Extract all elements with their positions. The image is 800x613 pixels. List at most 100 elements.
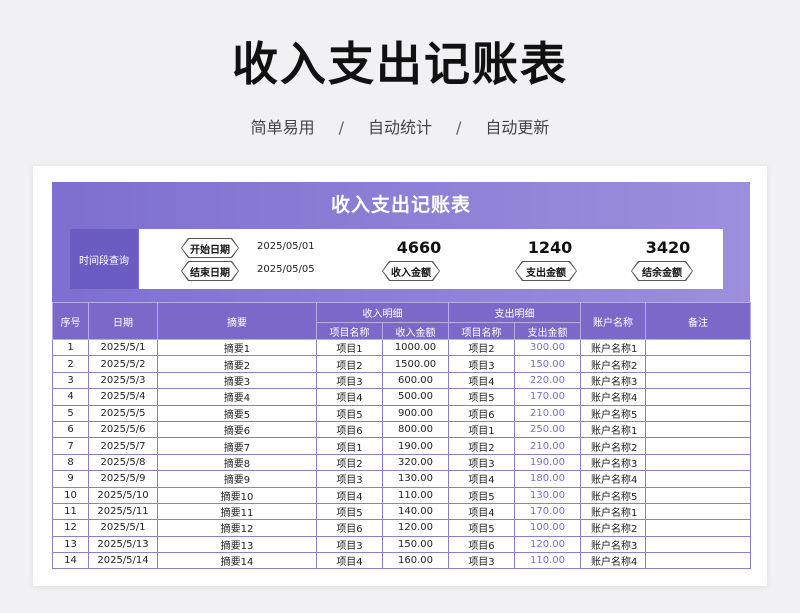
cell-date[interactable]: 2025/5/13 — [88, 535, 158, 554]
cell-note[interactable] — [645, 519, 751, 537]
cell-date[interactable]: 2025/5/11 — [88, 502, 158, 521]
cell-note[interactable] — [645, 355, 751, 373]
cell-note[interactable] — [645, 420, 751, 439]
cell-index[interactable]: 5 — [52, 404, 89, 422]
cell-account[interactable]: 账户名称3 — [580, 371, 646, 390]
table-row[interactable]: 7 2025/5/7 摘要7 项目1 190.00 项目2 210.00 账户名称2 — [52, 437, 751, 455]
cell-index[interactable]: 1 — [52, 338, 89, 357]
cell-note[interactable] — [645, 470, 751, 488]
cell-expense-amount[interactable]: 120.00 — [514, 535, 581, 554]
cell-income-amount[interactable]: 120.00 — [382, 519, 449, 537]
cell-date[interactable]: 2025/5/1 — [88, 338, 158, 357]
cell-income-item[interactable]: 项目2 — [316, 453, 383, 472]
cell-expense-item[interactable]: 项目3 — [448, 355, 515, 373]
cell-expense-item[interactable]: 项目6 — [448, 404, 515, 422]
cell-note[interactable] — [645, 552, 751, 570]
cell-summary[interactable]: 摘要14 — [157, 552, 317, 570]
cell-index[interactable]: 9 — [52, 470, 89, 488]
cell-date[interactable]: 2025/5/14 — [88, 552, 158, 570]
cell-expense-amount[interactable]: 130.00 — [514, 486, 581, 504]
cell-account[interactable]: 账户名称4 — [580, 552, 646, 570]
cell-date[interactable]: 2025/5/7 — [88, 437, 158, 455]
cell-expense-amount[interactable]: 250.00 — [514, 420, 581, 439]
cell-summary[interactable]: 摘要13 — [157, 535, 317, 554]
table-row[interactable]: 1 2025/5/1 摘要1 项目1 1000.00 项目2 300.00 账户名称1 — [52, 338, 751, 357]
cell-expense-amount[interactable]: 220.00 — [514, 371, 581, 390]
table-row[interactable]: 14 2025/5/14 摘要14 项目4 160.00 项目3 110.00 账户名称4 — [52, 552, 751, 570]
cell-date[interactable]: 2025/5/3 — [88, 371, 158, 390]
cell-date[interactable]: 2025/5/4 — [88, 388, 158, 406]
cell-income-amount[interactable]: 600.00 — [382, 371, 449, 390]
cell-expense-amount[interactable]: 170.00 — [514, 388, 581, 406]
cell-date[interactable]: 2025/5/10 — [88, 486, 158, 504]
cell-summary[interactable]: 摘要11 — [157, 502, 317, 521]
cell-account[interactable]: 账户名称2 — [580, 519, 646, 537]
cell-expense-amount[interactable]: 210.00 — [514, 404, 581, 422]
table-row[interactable]: 5 2025/5/5 摘要5 项目5 900.00 项目6 210.00 账户名称5 — [52, 404, 751, 422]
cell-summary[interactable]: 摘要12 — [157, 519, 317, 537]
cell-expense-amount[interactable]: 110.00 — [514, 552, 581, 570]
cell-index[interactable]: 14 — [52, 552, 89, 570]
cell-note[interactable] — [645, 486, 751, 504]
cell-income-amount[interactable]: 500.00 — [382, 388, 449, 406]
cell-income-amount[interactable]: 140.00 — [382, 502, 449, 521]
cell-income-item[interactable]: 项目2 — [316, 355, 383, 373]
cell-summary[interactable]: 摘要2 — [157, 355, 317, 373]
cell-date[interactable]: 2025/5/2 — [88, 355, 158, 373]
cell-income-amount[interactable]: 190.00 — [382, 437, 449, 455]
cell-index[interactable]: 13 — [52, 535, 89, 554]
cell-account[interactable]: 账户名称2 — [580, 437, 646, 455]
end-date-value[interactable]: 2025/05/05 — [257, 264, 315, 275]
cell-date[interactable]: 2025/5/6 — [88, 420, 158, 439]
cell-expense-amount[interactable]: 210.00 — [514, 437, 581, 455]
table-row[interactable]: 9 2025/5/9 摘要9 项目3 130.00 项目4 180.00 账户名称4 — [52, 470, 751, 488]
cell-index[interactable]: 10 — [52, 486, 89, 504]
cell-index[interactable]: 6 — [52, 420, 89, 439]
cell-summary[interactable]: 摘要1 — [157, 338, 317, 357]
cell-account[interactable]: 账户名称1 — [580, 338, 646, 357]
table-row[interactable]: 10 2025/5/10 摘要10 项目4 110.00 项目5 130.00 账户名称5 — [52, 486, 751, 504]
cell-income-item[interactable]: 项目1 — [316, 338, 383, 357]
cell-expense-amount[interactable]: 100.00 — [514, 519, 581, 537]
cell-index[interactable]: 12 — [52, 519, 89, 537]
cell-income-item[interactable]: 项目4 — [316, 552, 383, 570]
cell-income-amount[interactable]: 1500.00 — [382, 355, 449, 373]
table-row[interactable]: 12 2025/5/1 摘要12 项目6 120.00 项目5 100.00 账户名称2 — [52, 519, 751, 537]
cell-index[interactable]: 2 — [52, 355, 89, 373]
cell-date[interactable]: 2025/5/8 — [88, 453, 158, 472]
cell-summary[interactable]: 摘要8 — [157, 453, 317, 472]
cell-summary[interactable]: 摘要7 — [157, 437, 317, 455]
cell-income-item[interactable]: 项目6 — [316, 420, 383, 439]
cell-account[interactable]: 账户名称3 — [580, 453, 646, 472]
table-row[interactable]: 11 2025/5/11 摘要11 项目5 140.00 项目4 170.00 账户名称1 — [52, 502, 751, 521]
table-row[interactable]: 3 2025/5/3 摘要3 项目3 600.00 项目4 220.00 账户名称3 — [52, 371, 751, 390]
cell-income-amount[interactable]: 800.00 — [382, 420, 449, 439]
cell-account[interactable]: 账户名称5 — [580, 404, 646, 422]
cell-income-item[interactable]: 项目5 — [316, 502, 383, 521]
cell-summary[interactable]: 摘要9 — [157, 470, 317, 488]
table-row[interactable]: 13 2025/5/13 摘要13 项目3 150.00 项目6 120.00 账户名称3 — [52, 535, 751, 554]
cell-expense-item[interactable]: 项目4 — [448, 371, 515, 390]
cell-expense-item[interactable]: 项目1 — [448, 420, 515, 439]
cell-account[interactable]: 账户名称5 — [580, 486, 646, 504]
cell-expense-item[interactable]: 项目2 — [448, 338, 515, 357]
cell-index[interactable]: 3 — [52, 371, 89, 390]
cell-account[interactable]: 账户名称3 — [580, 535, 646, 554]
cell-date[interactable]: 2025/5/5 — [88, 404, 158, 422]
cell-note[interactable] — [645, 388, 751, 406]
cell-account[interactable]: 账户名称2 — [580, 355, 646, 373]
cell-income-amount[interactable]: 130.00 — [382, 470, 449, 488]
cell-expense-item[interactable]: 项目3 — [448, 552, 515, 570]
cell-account[interactable]: 账户名称4 — [580, 388, 646, 406]
cell-summary[interactable]: 摘要6 — [157, 420, 317, 439]
table-row[interactable]: 8 2025/5/8 摘要8 项目2 320.00 项目3 190.00 账户名称3 — [52, 453, 751, 472]
cell-summary[interactable]: 摘要10 — [157, 486, 317, 504]
cell-expense-item[interactable]: 项目3 — [448, 453, 515, 472]
cell-expense-item[interactable]: 项目4 — [448, 502, 515, 521]
cell-expense-item[interactable]: 项目5 — [448, 519, 515, 537]
cell-income-item[interactable]: 项目4 — [316, 486, 383, 504]
cell-income-amount[interactable]: 150.00 — [382, 535, 449, 554]
cell-index[interactable]: 4 — [52, 388, 89, 406]
cell-index[interactable]: 11 — [52, 502, 89, 521]
cell-summary[interactable]: 摘要5 — [157, 404, 317, 422]
